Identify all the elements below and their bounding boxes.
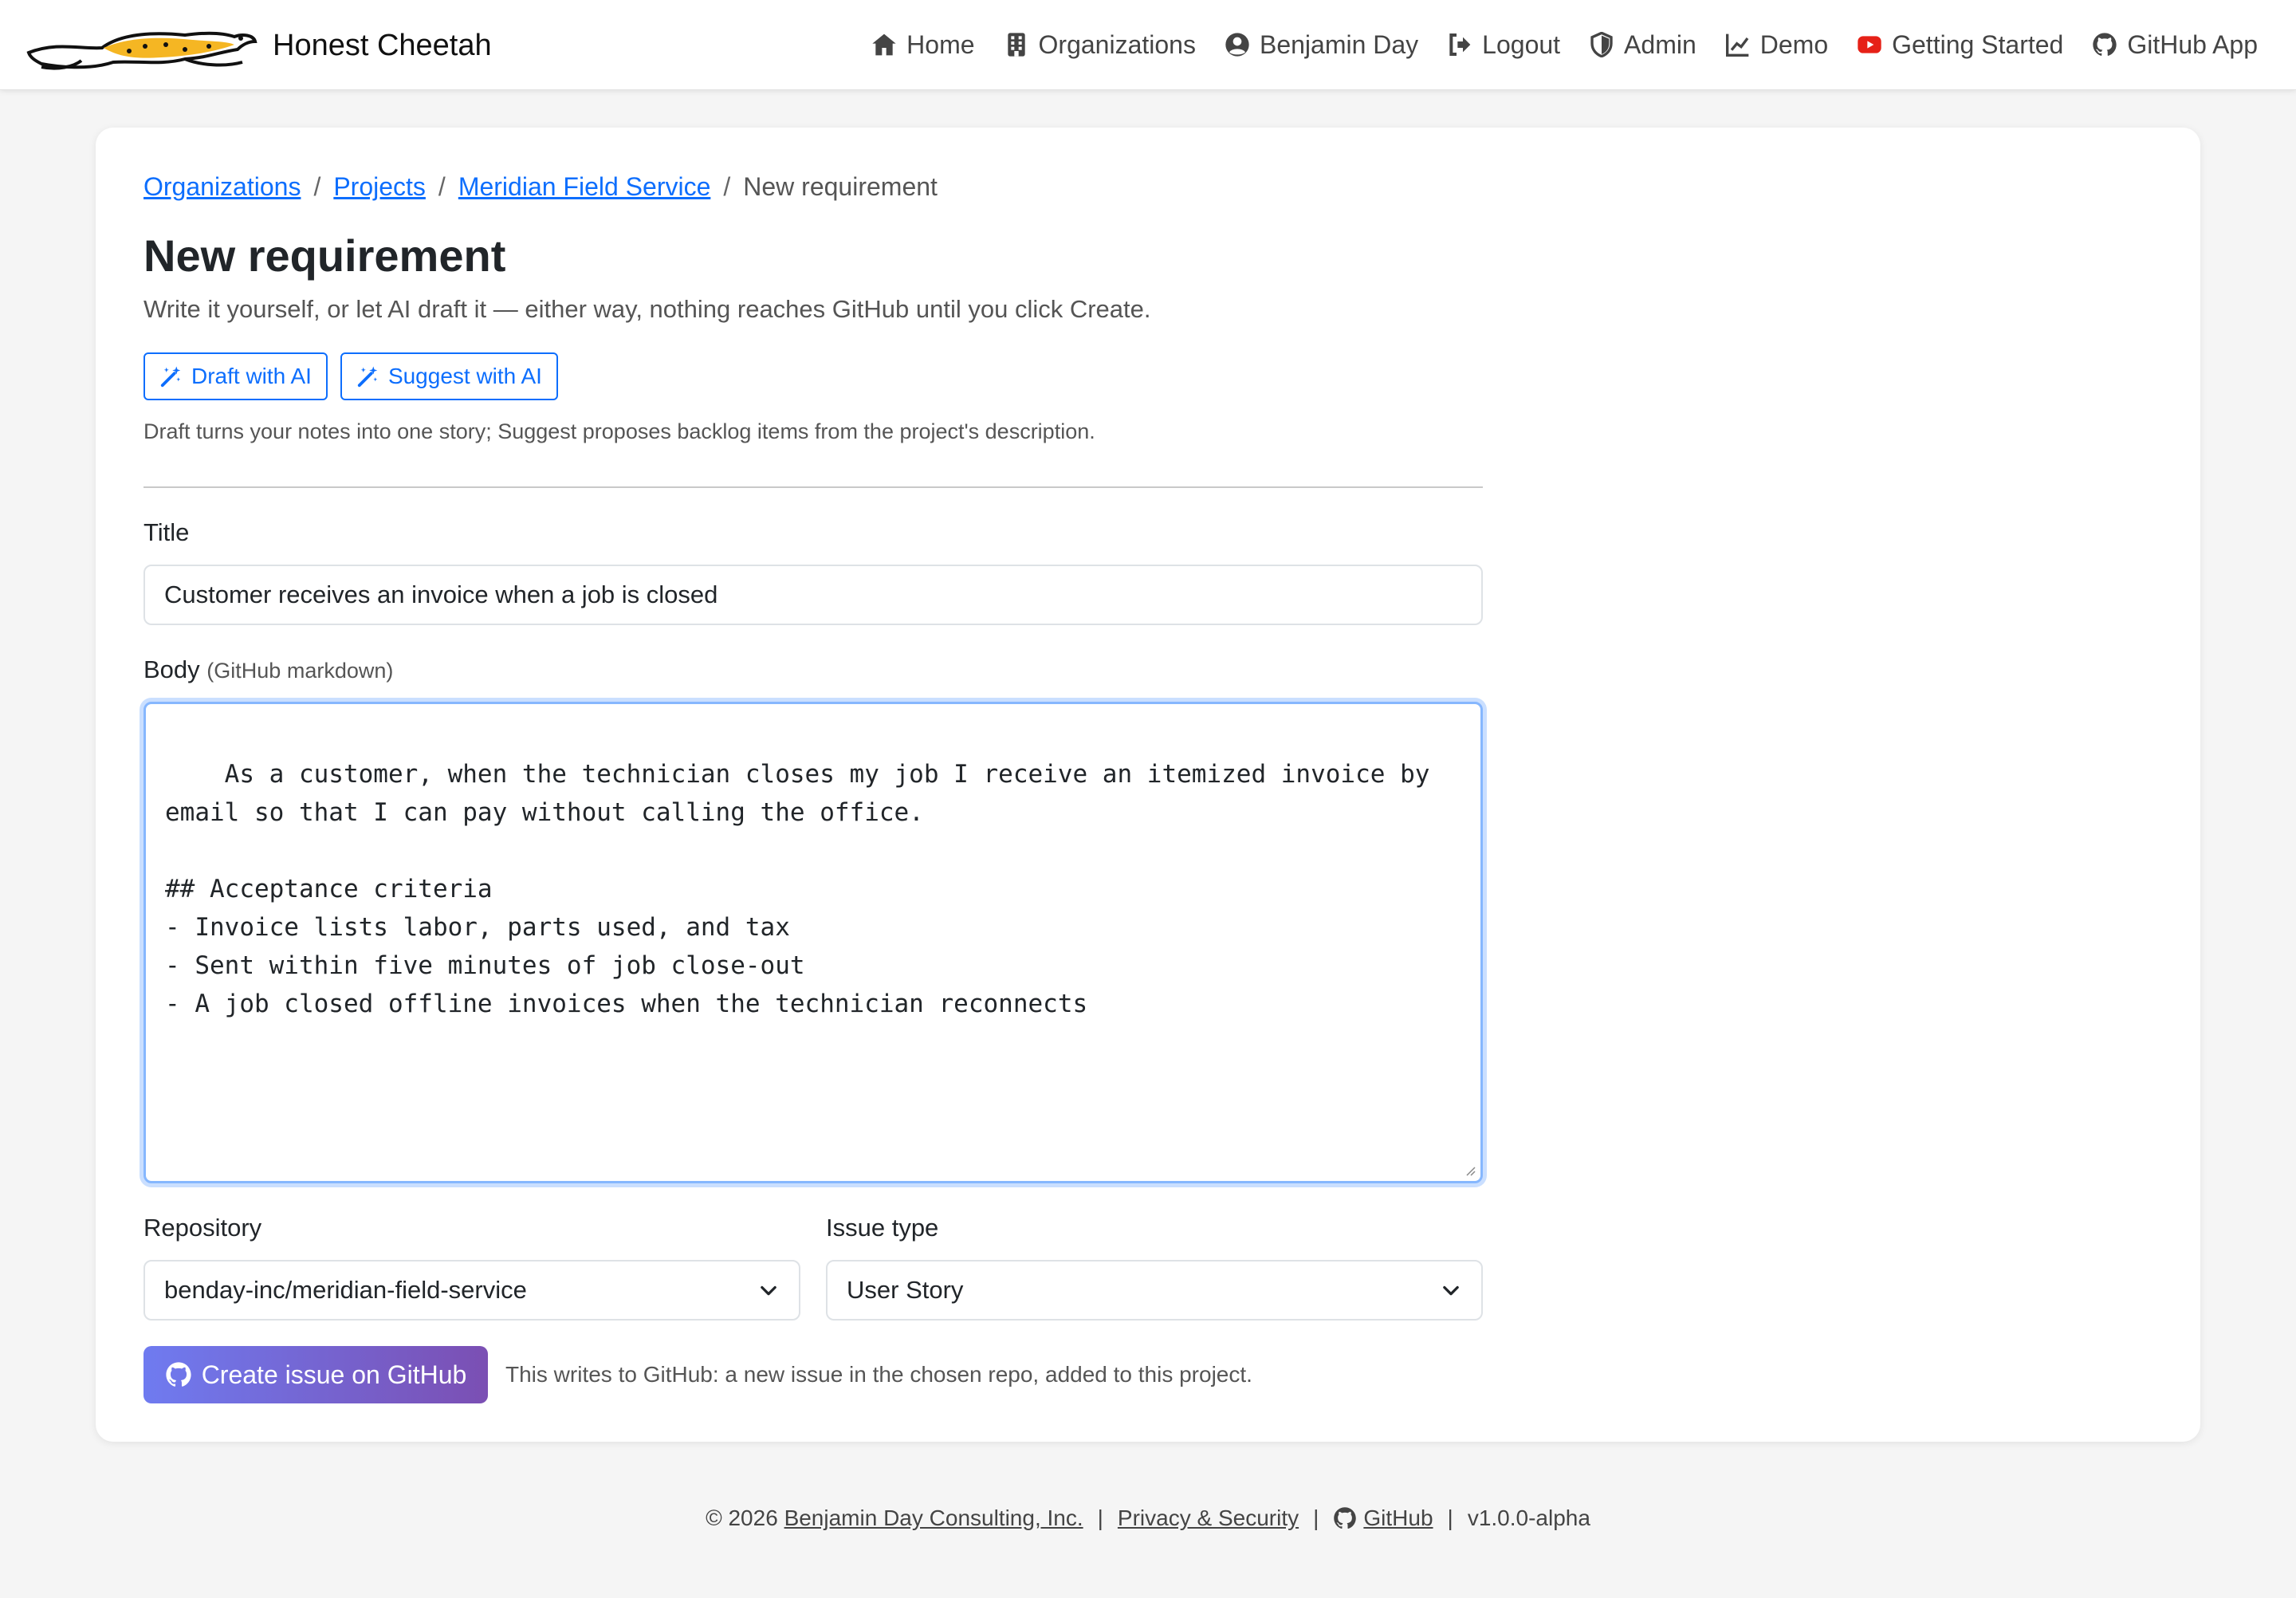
issue-type-select[interactable]: User Story: [826, 1260, 1483, 1321]
nav-demo[interactable]: Demo: [1725, 30, 1828, 60]
chevron-down-icon: [761, 1285, 776, 1296]
footer-copyright-year: © 2026: [706, 1506, 778, 1530]
cheetah-logo-icon: [26, 31, 258, 70]
footer-company-link[interactable]: Benjamin Day Consulting, Inc.: [784, 1506, 1083, 1531]
nav-github-app[interactable]: GitHub App: [2092, 30, 2258, 60]
breadcrumb-projects[interactable]: Projects: [333, 172, 426, 202]
github-icon: [166, 1362, 191, 1387]
nav-user-label: Benjamin Day: [1259, 30, 1419, 59]
nav-home[interactable]: Home: [871, 30, 975, 60]
body-text: As a customer, when the technician close…: [165, 760, 1430, 1018]
title-label: Title: [144, 518, 190, 546]
shield-icon: [1590, 32, 1613, 57]
repository-value: benday-inc/meridian-field-service: [164, 1276, 527, 1304]
footer: © 2026 Benjamin Day Consulting, Inc. | P…: [0, 1506, 2296, 1531]
breadcrumb-project[interactable]: Meridian Field Service: [458, 172, 711, 202]
nav-organizations[interactable]: Organizations: [1004, 30, 1196, 60]
youtube-icon: [1858, 36, 1881, 53]
create-note: This writes to GitHub: a new issue in th…: [505, 1362, 1252, 1387]
repository-label: Repository: [144, 1214, 262, 1242]
magic-wand-icon: [357, 366, 378, 388]
breadcrumb-separator: /: [438, 172, 446, 201]
body-label-hint: (GitHub markdown): [206, 659, 394, 683]
breadcrumb-current: New requirement: [743, 172, 938, 201]
title-input[interactable]: Customer receives an invoice when a job …: [144, 565, 1483, 625]
create-issue-button[interactable]: Create issue on GitHub: [144, 1346, 488, 1403]
ai-hint: Draft turns your notes into one story; S…: [144, 419, 1095, 443]
footer-privacy-link[interactable]: Privacy & Security: [1118, 1506, 1299, 1531]
body-textarea[interactable]: As a customer, when the technician close…: [144, 702, 1483, 1183]
footer-github-link[interactable]: GitHub: [1333, 1506, 1433, 1531]
nav-getting-started[interactable]: Getting Started: [1857, 30, 2063, 60]
ai-button-group: Draft with AI Suggest with AI: [144, 352, 558, 400]
footer-separator: |: [1097, 1506, 1103, 1530]
page-title: New requirement: [144, 230, 506, 281]
line-chart-icon: [1725, 33, 1749, 57]
breadcrumb-separator: /: [313, 172, 321, 201]
magic-wand-icon: [160, 366, 181, 388]
page-subtitle: Write it yourself, or let AI draft it — …: [144, 295, 1151, 323]
body-label-text: Body: [144, 655, 200, 683]
github-icon: [1334, 1507, 1357, 1529]
building-icon: [1007, 33, 1025, 57]
nav-demo-label: Demo: [1759, 30, 1829, 59]
footer-separator: |: [1313, 1506, 1319, 1530]
app-name: Honest Cheetah: [273, 28, 492, 62]
repository-select[interactable]: benday-inc/meridian-field-service: [144, 1260, 800, 1321]
body-label: Body (GitHub markdown): [144, 655, 393, 684]
chevron-down-icon: [1443, 1285, 1459, 1296]
brand[interactable]: Honest Cheetah: [26, 18, 492, 73]
main-card: Organizations / Projects / Meridian Fiel…: [96, 128, 2200, 1442]
top-navbar: Honest Cheetah Home Organizations Benjam…: [0, 0, 2296, 90]
nav-logout[interactable]: Logout: [1447, 30, 1560, 60]
breadcrumb-separator: /: [723, 172, 731, 201]
github-icon: [2093, 33, 2117, 56]
logout-icon: [1449, 33, 1471, 56]
footer-copyright: © 2026 Benjamin Day Consulting, Inc.: [706, 1506, 1083, 1531]
divider: [144, 486, 1483, 488]
footer-version: v1.0.0-alpha: [1467, 1506, 1590, 1530]
issue-type-label: Issue type: [826, 1214, 939, 1242]
draft-with-ai-button[interactable]: Draft with AI: [144, 352, 328, 400]
nav-home-label: Home: [906, 30, 975, 59]
nav-github-app-label: GitHub App: [2127, 30, 2258, 59]
footer-github-label: GitHub: [1363, 1506, 1433, 1530]
nav-logout-label: Logout: [1482, 30, 1561, 59]
nav-organizations-label: Organizations: [1038, 30, 1196, 59]
create-issue-label: Create issue on GitHub: [201, 1360, 467, 1389]
nav-getting-started-label: Getting Started: [1892, 30, 2064, 59]
suggest-with-ai-button[interactable]: Suggest with AI: [340, 352, 558, 400]
breadcrumb: Organizations / Projects / Meridian Fiel…: [144, 172, 938, 202]
nav-admin-label: Admin: [1624, 30, 1696, 59]
resize-grip-icon[interactable]: [1461, 1162, 1476, 1176]
nav-user[interactable]: Benjamin Day: [1225, 30, 1418, 60]
house-icon: [872, 33, 896, 56]
nav-links: Home Organizations Benjamin Day Logout A…: [871, 0, 2258, 89]
nav-admin[interactable]: Admin: [1589, 30, 1696, 60]
footer-separator: |: [1447, 1506, 1453, 1530]
suggest-with-ai-label: Suggest with AI: [387, 364, 542, 388]
issue-type-value: User Story: [847, 1276, 964, 1304]
draft-with-ai-label: Draft with AI: [191, 364, 312, 388]
breadcrumb-organizations[interactable]: Organizations: [144, 172, 301, 202]
user-circle-icon: [1225, 33, 1249, 57]
